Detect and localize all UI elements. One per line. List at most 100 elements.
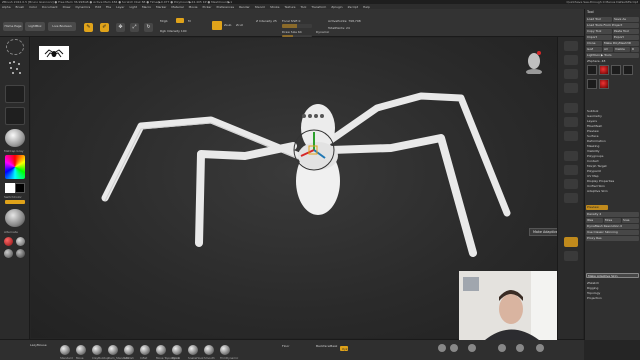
zsub-label[interactable]: Zsub (224, 23, 231, 27)
switch-color-label[interactable]: SwitchColor (4, 195, 22, 199)
menu-item-color[interactable]: Color (29, 5, 37, 9)
frame-icon[interactable] (438, 344, 446, 352)
menu-item-stencil[interactable]: Stencil (255, 5, 265, 9)
dynamic-toggle[interactable]: Dynamic (316, 30, 329, 34)
draw-size-label[interactable]: Draw Size 64 (282, 30, 302, 34)
mres-slider[interactable]: Mres (604, 218, 621, 223)
scale-mode-icon[interactable]: ⤢ (130, 23, 139, 32)
actual-button[interactable] (564, 69, 578, 79)
rgb-toggle[interactable] (176, 18, 184, 23)
polymesh-thumb[interactable] (587, 79, 597, 89)
brush-dam-standard-icon[interactable] (108, 345, 118, 355)
menu-item-file[interactable]: File (106, 5, 111, 9)
menu-item-edit[interactable]: Edit (95, 5, 101, 9)
brush-stroke-icon[interactable] (6, 39, 24, 55)
focal-shift-slider[interactable] (282, 24, 312, 28)
menu-item-tool[interactable]: Tool (300, 5, 306, 9)
mrgb-label[interactable]: Mrgb (160, 19, 168, 23)
palette-section-surface[interactable]: Surface (587, 134, 598, 138)
r-button[interactable]: R (631, 47, 639, 52)
palette-section-preview[interactable]: Preview (587, 129, 599, 133)
dynamesh-resolution-slider[interactable]: DynaMesh Resolution 0 (586, 224, 639, 229)
brush-hpolish-icon[interactable] (124, 345, 134, 355)
gray-material-icon[interactable] (16, 237, 25, 246)
palette-section-visibility[interactable]: Visibility (587, 149, 600, 153)
menu-item-render[interactable]: Render (239, 5, 250, 9)
draw-size-slider[interactable] (282, 35, 312, 37)
rotate-mode-icon[interactable]: ↻ (144, 23, 153, 32)
move-view-button[interactable] (564, 165, 578, 175)
lightbox-tools-button[interactable]: Lightbox ▶ Tools (586, 53, 639, 58)
edit-mode-icon[interactable]: ✎ (84, 23, 93, 32)
red-material-icon[interactable] (4, 237, 13, 246)
palette-section-layers[interactable]: Layers (587, 119, 597, 123)
persp-button[interactable] (564, 103, 578, 113)
brush-smooth-icon[interactable] (204, 345, 214, 355)
load-tool-button[interactable]: Load Tool (586, 17, 612, 22)
zsphere-thumb[interactable] (587, 65, 597, 75)
menu-item-picker[interactable]: Picker (203, 5, 212, 9)
ires-slider[interactable]: IRes (586, 218, 603, 223)
menu-item-light[interactable]: Light (129, 5, 137, 9)
live-boolean-button[interactable]: Live Boolean (48, 22, 76, 31)
dots-stroke-icon[interactable] (6, 59, 24, 77)
floor-label[interactable]: Floor (282, 344, 289, 348)
sres-slider[interactable]: Sres (622, 218, 639, 223)
scroll-button[interactable] (564, 41, 578, 51)
frame-button[interactable] (564, 151, 578, 161)
palette-section-subtool[interactable]: Subtool (587, 109, 598, 113)
rotate-view-button[interactable] (564, 193, 578, 203)
use-classic-skinning-toggle[interactable]: Use Classic Skinning (586, 230, 639, 235)
secondary-color-swatch[interactable] (15, 183, 25, 193)
lazy-mouse-label[interactable]: LazyMouse (30, 343, 47, 347)
alpha-slot[interactable] (5, 85, 25, 103)
zoom3d-button[interactable] (564, 179, 578, 189)
palette-section-rigging[interactable]: Rigging (587, 286, 598, 290)
menu-item-zplugin[interactable]: Zplugin (331, 5, 342, 9)
menu-item-material[interactable]: Material (171, 5, 183, 9)
copy-tool-button[interactable]: Copy Tool (586, 29, 612, 34)
transp-icon[interactable] (536, 344, 544, 352)
texture-slot[interactable] (5, 107, 25, 125)
draw-mode-icon[interactable]: ✐ (100, 23, 109, 32)
solo-icon[interactable] (516, 344, 524, 352)
primary-color-swatch[interactable] (5, 183, 15, 193)
move-mode-icon[interactable]: ✥ (116, 23, 125, 32)
simplebrush-thumb[interactable] (611, 65, 621, 75)
zcut-label[interactable]: Zcut (236, 23, 243, 27)
palette-section-topology[interactable]: Topology (587, 291, 600, 295)
menu-item-macro[interactable]: Macro (142, 5, 151, 9)
load-tools-from-project-button[interactable]: Load Tools From Project (586, 23, 639, 28)
palette-section-polygroups[interactable]: Polygroups (587, 154, 603, 158)
palette-section-masking[interactable]: Masking (587, 144, 599, 148)
all-button[interactable]: All (603, 47, 613, 52)
zoom3d-icon[interactable] (468, 344, 476, 352)
palette-section-adaptive-skin[interactable]: Adaptive Skin (587, 189, 608, 193)
visible-button[interactable]: Visible (614, 47, 630, 52)
palette-section-geometry[interactable]: Geometry (587, 114, 602, 118)
lightbox-button[interactable]: LightBox (25, 22, 45, 31)
zadd-toggle[interactable] (212, 21, 222, 30)
menu-item-draw[interactable]: Draw (63, 5, 71, 9)
brush-trimdynamic-icon[interactable] (220, 345, 230, 355)
palette-section-contact[interactable]: Contact (587, 159, 599, 163)
matcap-material-icon[interactable] (4, 249, 13, 258)
make-adaptive-skin-button[interactable]: Make Adaptive Skin (586, 273, 639, 278)
palette-section-display-properties[interactable]: Display Properties (587, 179, 614, 183)
local-button[interactable] (564, 131, 578, 141)
menu-item-alpha[interactable]: Alpha (2, 5, 11, 9)
palette-section-uv-map[interactable]: UV Map (587, 174, 599, 178)
menu-item-texture[interactable]: Texture (285, 5, 296, 9)
palette-section-polypaint[interactable]: Polypaint (587, 169, 601, 173)
sphere3d-thumb[interactable] (599, 65, 609, 75)
menu-item-preferences[interactable]: Preferences (216, 5, 234, 9)
density-slider[interactable]: Density 2 (586, 212, 639, 217)
menu-item-brush[interactable]: Brush (16, 5, 25, 9)
brush-snakehook-icon[interactable] (188, 345, 198, 355)
clone-button[interactable]: Clone (586, 41, 602, 46)
palette-section-zsketch[interactable]: ZSketch (587, 281, 599, 285)
palette-section-unified-skin[interactable]: Unified Skin (587, 184, 605, 188)
save-as-button[interactable]: Save As (613, 17, 639, 22)
move-icon[interactable] (450, 344, 458, 352)
import-button[interactable]: Import (586, 35, 612, 40)
